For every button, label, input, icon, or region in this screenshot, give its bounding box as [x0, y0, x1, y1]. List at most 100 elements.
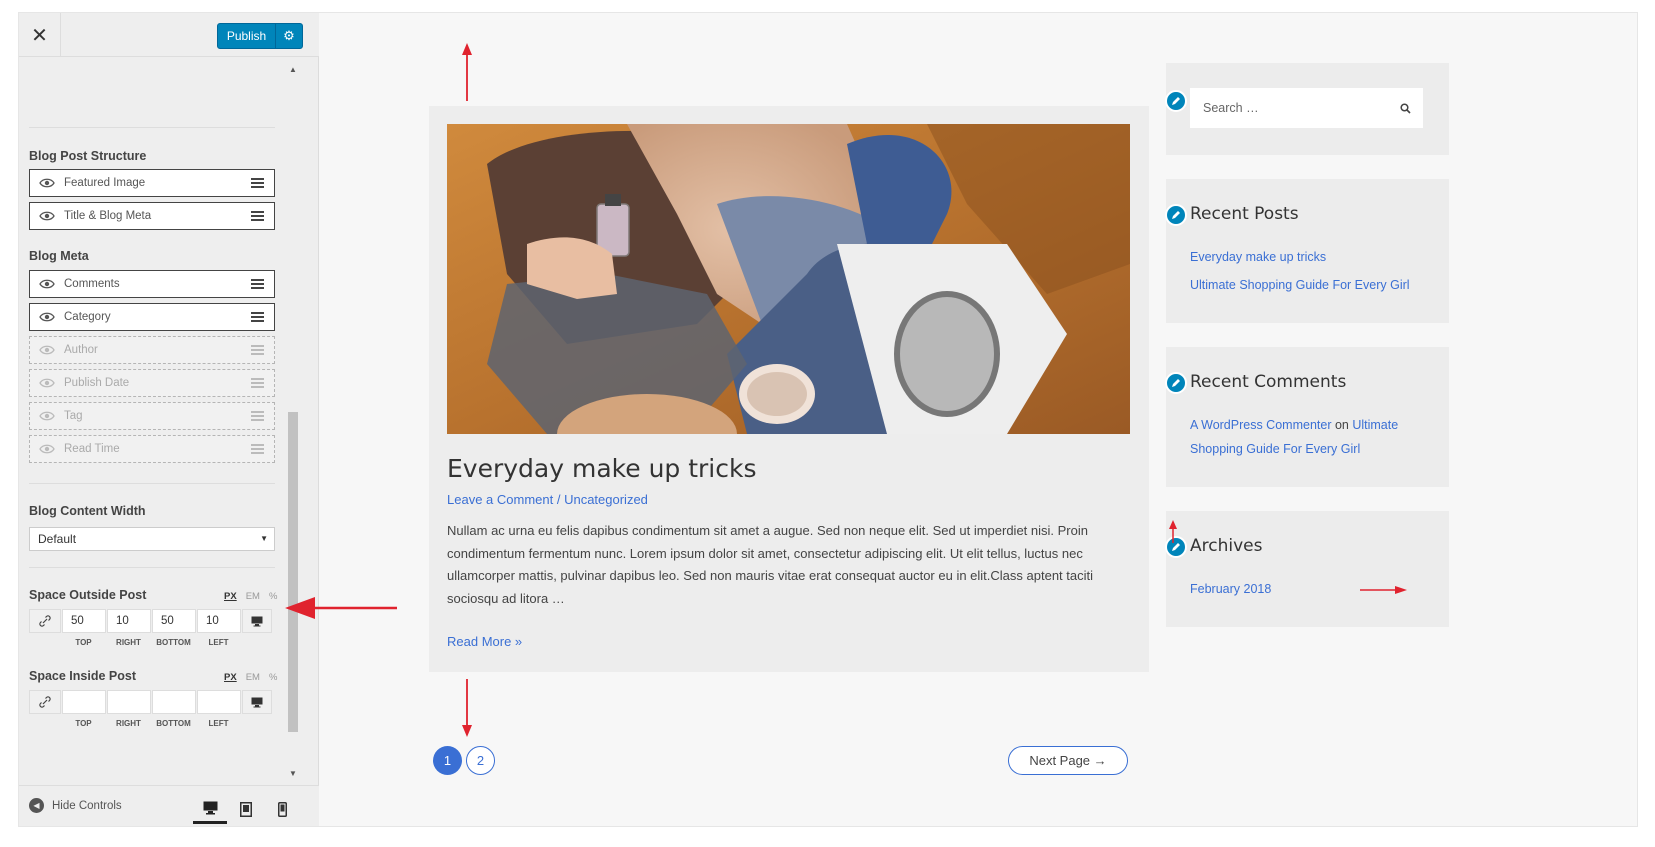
content-width-select[interactable]: Default ▼ [29, 527, 275, 551]
space-inside-right[interactable] [107, 690, 151, 714]
scroll-down-icon[interactable]: ▼ [289, 769, 297, 778]
space-outside-left[interactable] [197, 609, 241, 633]
label-left: LEFT [208, 719, 229, 728]
gear-icon: ⚙ [283, 28, 295, 43]
eye-icon[interactable] [30, 304, 64, 330]
pagination-page-2[interactable]: 2 [466, 746, 495, 775]
archives-title: Archives [1190, 536, 1263, 556]
preview-desktop-button[interactable] [193, 794, 227, 824]
sortable-author[interactable]: Author [29, 336, 275, 364]
eye-icon[interactable] [30, 271, 64, 297]
spacing-labels: TOP RIGHT BOTTOM LEFT [61, 719, 241, 728]
sortable-publish-date[interactable]: Publish Date [29, 369, 275, 397]
space-inside-left[interactable] [197, 690, 241, 714]
blog-meta-title: Blog Meta [29, 249, 89, 263]
featured-image[interactable] [447, 124, 1130, 434]
unit-percent[interactable]: % [269, 672, 277, 683]
eye-icon[interactable] [30, 370, 64, 396]
recent-comments-widget: Recent Comments A WordPress Commenter on… [1165, 347, 1449, 487]
recent-post-link[interactable]: Ultimate Shopping Guide For Every Girl [1190, 273, 1410, 297]
unit-em[interactable]: EM [246, 591, 260, 602]
preview-tablet-button[interactable] [229, 794, 263, 824]
space-outside-top[interactable] [62, 609, 106, 633]
unit-switcher: PX EM % [224, 672, 277, 683]
drag-handle-icon[interactable] [240, 312, 274, 322]
drag-handle-icon[interactable] [240, 178, 274, 188]
unit-px[interactable]: PX [224, 591, 237, 602]
drag-handle-icon[interactable] [240, 279, 274, 289]
meta-separator: / [553, 492, 565, 507]
sortable-category[interactable]: Category [29, 303, 275, 331]
panel-scroll-area[interactable]: ▲ ▼ Blog Post Structure Featured Image T… [19, 57, 319, 785]
link-values-icon[interactable] [29, 690, 61, 714]
edit-pencil-icon[interactable] [1165, 204, 1187, 226]
sortable-label: Author [64, 344, 98, 356]
sortable-title-blog-meta[interactable]: Title & Blog Meta [29, 202, 275, 230]
unit-em[interactable]: EM [246, 672, 260, 683]
scroll-thumb[interactable] [288, 412, 298, 732]
archive-link[interactable]: February 2018 [1190, 577, 1271, 601]
eye-icon[interactable] [30, 403, 64, 429]
post-title[interactable]: Everyday make up tricks [447, 454, 757, 483]
label-top: TOP [75, 719, 92, 728]
unit-px[interactable]: PX [224, 672, 237, 683]
read-more-link[interactable]: Read More » [447, 634, 522, 649]
panel-scrollbar[interactable]: ▲ ▼ [287, 57, 299, 785]
hide-controls-button[interactable]: ◀ Hide Controls [29, 798, 122, 813]
publish-button[interactable]: Publish [218, 24, 276, 48]
drag-handle-icon[interactable] [240, 444, 274, 454]
desktop-icon[interactable] [242, 609, 272, 633]
drag-handle-icon[interactable] [240, 378, 274, 388]
space-inside-top[interactable] [62, 690, 106, 714]
label-right: RIGHT [116, 719, 141, 728]
recent-post-link[interactable]: Everyday make up tricks [1190, 245, 1326, 269]
link-values-icon[interactable] [29, 609, 61, 633]
edit-pencil-icon[interactable] [1165, 90, 1187, 112]
preview-mobile-button[interactable] [265, 794, 299, 824]
close-button[interactable]: ✕ [19, 13, 61, 57]
sortable-comments[interactable]: Comments [29, 270, 275, 298]
panel-footer: ◀ Hide Controls [19, 785, 319, 826]
sortable-label: Comments [64, 278, 120, 290]
annotation-arrow-up [462, 43, 472, 101]
comment-author-link[interactable]: A WordPress Commenter [1190, 418, 1331, 432]
label-bottom: BOTTOM [156, 719, 191, 728]
comment-post-link[interactable]: Shopping Guide For Every Girl [1190, 437, 1360, 461]
annotation-arrow-down [462, 679, 472, 737]
eye-icon[interactable] [30, 170, 64, 196]
unit-percent[interactable]: % [269, 591, 277, 602]
search-field[interactable]: Search … [1190, 88, 1423, 128]
search-input[interactable]: Search … [1203, 101, 1259, 115]
eye-icon[interactable] [30, 203, 64, 229]
sortable-tag[interactable]: Tag [29, 402, 275, 430]
space-outside-bottom[interactable] [152, 609, 196, 633]
label-top: TOP [75, 638, 92, 647]
sortable-read-time[interactable]: Read Time [29, 435, 275, 463]
edit-pencil-icon[interactable] [1165, 372, 1187, 394]
eye-icon[interactable] [30, 436, 64, 462]
annotation-arrow-up-small [1169, 520, 1177, 543]
search-icon[interactable] [1400, 101, 1411, 119]
desktop-icon[interactable] [242, 690, 272, 714]
drag-handle-icon[interactable] [240, 345, 274, 355]
sortable-featured-image[interactable]: Featured Image [29, 169, 275, 197]
space-outside-right[interactable] [107, 609, 151, 633]
pagination-page-1[interactable]: 1 [433, 746, 462, 775]
space-inside-bottom[interactable] [152, 690, 196, 714]
tablet-icon [240, 801, 252, 817]
category-link[interactable]: Uncategorized [564, 492, 648, 507]
space-inside-title: Space Inside Post [29, 669, 136, 683]
recent-comment-item: A WordPress Commenter on Ultimate [1190, 413, 1398, 437]
unit-switcher: PX EM % [224, 591, 277, 602]
next-page-button[interactable]: Next Page → [1008, 746, 1128, 775]
eye-icon[interactable] [30, 337, 64, 363]
annotation-arrow-left [285, 597, 397, 619]
publish-settings-button[interactable]: ⚙ [276, 24, 302, 48]
drag-handle-icon[interactable] [240, 211, 274, 221]
drag-handle-icon[interactable] [240, 411, 274, 421]
scroll-up-icon[interactable]: ▲ [289, 65, 297, 74]
panel-header: ✕ Publish ⚙ [19, 13, 319, 57]
leave-comment-link[interactable]: Leave a Comment [447, 492, 553, 507]
post-excerpt: Nullam ac urna eu felis dapibus condimen… [447, 523, 1094, 607]
comment-post-link[interactable]: Ultimate [1352, 418, 1398, 432]
